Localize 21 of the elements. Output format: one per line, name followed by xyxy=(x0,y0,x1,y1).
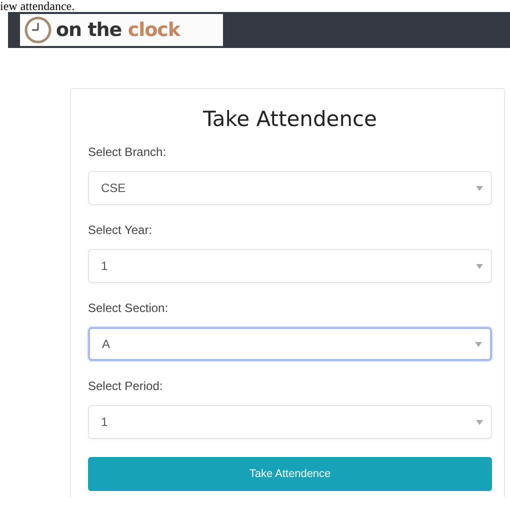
field-label: Select Branch: xyxy=(88,145,166,159)
field-label: Select Section: xyxy=(88,301,168,315)
select-value: 1 xyxy=(101,259,108,273)
form-title: Take Attendence xyxy=(203,107,377,131)
select-field[interactable]: A xyxy=(88,327,492,361)
caret-icon xyxy=(476,264,483,268)
logo[interactable]: on the clock xyxy=(20,14,223,46)
select-field[interactable]: 1 xyxy=(88,249,492,283)
select-field[interactable]: CSE xyxy=(88,171,492,205)
select-value: CSE xyxy=(101,181,126,195)
caret-icon xyxy=(475,342,482,346)
select-value: A xyxy=(102,337,110,351)
field-label: Select Year: xyxy=(88,223,152,237)
clock-icon xyxy=(24,16,52,44)
select-field[interactable]: 1 xyxy=(88,405,492,439)
field-label: Select Period: xyxy=(88,379,163,393)
logo-text: on the clock xyxy=(56,19,180,41)
caret-icon xyxy=(476,186,483,190)
caret-icon xyxy=(476,420,483,424)
select-value: 1 xyxy=(101,415,108,429)
document-text: iew attendance. xyxy=(0,0,75,13)
